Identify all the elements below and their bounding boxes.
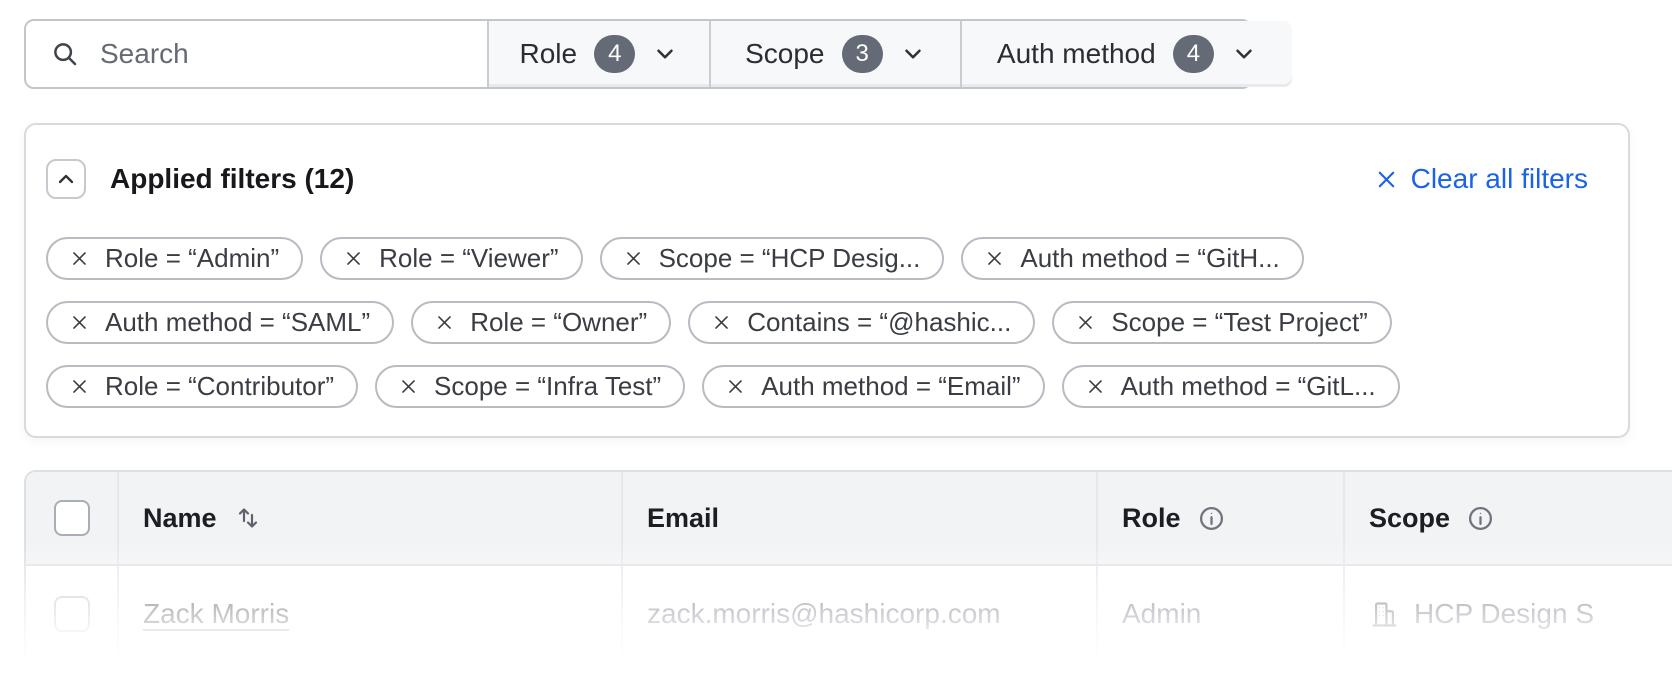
clear-all-filters-link[interactable]: Clear all filters [1375,163,1588,195]
table-header-role: Role [1098,472,1345,564]
chevron-down-icon [900,41,926,67]
role-filter-dropdown[interactable]: Role 4 [489,21,711,87]
dismiss-x-icon[interactable] [726,377,745,396]
table-header-email: Email [623,472,1098,564]
auth-method-filter-count-badge: 4 [1173,35,1214,73]
clear-x-icon [1375,168,1398,191]
search-field-container [26,21,489,87]
dismiss-x-icon[interactable] [70,313,89,332]
filter-chip-label: Scope = “HCP Desig... [659,243,921,274]
filter-chip[interactable]: Role = “Owner” [411,301,671,344]
row-name-cell: Zack Morris [119,566,623,662]
filter-chip[interactable]: Role = “Viewer” [320,237,582,280]
table-header-checkbox-cell [26,472,119,564]
row-checkbox[interactable] [54,596,90,632]
row-email-cell: zack.morris@hashicorp.com [623,566,1098,662]
role-column-label: Role [1122,503,1181,534]
filter-chip-row: Role = “Contributor” Scope = “Infra Test… [46,365,1588,408]
filter-chip[interactable]: Role = “Contributor” [46,365,358,408]
user-role: Admin [1122,598,1201,630]
filter-chip[interactable]: Auth method = “Email” [702,365,1044,408]
filter-chip[interactable]: Auth method = “GitL... [1062,365,1400,408]
auth-method-filter-label: Auth method [997,38,1156,70]
table-header-row: Name Email Role Scope [26,472,1672,566]
filter-chip-label: Role = “Contributor” [105,371,334,402]
filter-chip[interactable]: Scope = “HCP Desig... [600,237,945,280]
name-column-label: Name [143,503,217,534]
filter-chip-row: Auth method = “SAML” Role = “Owner” Cont… [46,301,1588,344]
clear-all-filters-label: Clear all filters [1411,163,1588,195]
role-filter-label: Role [520,38,578,70]
row-role-cell: Admin [1098,566,1345,662]
filter-chip[interactable]: Scope = “Infra Test” [375,365,685,408]
applied-filters-panel: Applied filters (12) Clear all filters R… [24,123,1630,438]
chevron-down-icon [652,41,678,67]
filter-chip-label: Scope = “Infra Test” [434,371,661,402]
dismiss-x-icon[interactable] [712,313,731,332]
collapse-panel-button[interactable] [46,159,86,199]
dismiss-x-icon[interactable] [70,249,89,268]
filter-chips: Role = “Admin” Role = “Viewer” Scope = “… [46,237,1588,408]
filter-chip-label: Auth method = “SAML” [105,307,370,338]
filter-chip[interactable]: Auth method = “SAML” [46,301,394,344]
filter-chip-label: Auth method = “Email” [761,371,1020,402]
table-header-scope: Scope [1345,472,1672,564]
filter-chip[interactable]: Auth method = “GitH... [961,237,1303,280]
filter-chip-label: Role = “Owner” [470,307,647,338]
user-email: zack.morris@hashicorp.com [647,598,1001,630]
dismiss-x-icon[interactable] [1076,313,1095,332]
user-scope: HCP Design S [1414,598,1594,630]
chevron-down-icon [1231,41,1257,67]
email-column-label: Email [647,503,719,534]
user-name-link[interactable]: Zack Morris [143,598,289,630]
info-icon[interactable] [1197,504,1226,533]
scope-filter-dropdown[interactable]: Scope 3 [711,21,962,87]
auth-method-filter-dropdown[interactable]: Auth method 4 [962,21,1292,87]
role-filter-count-badge: 4 [594,35,635,73]
select-all-checkbox[interactable] [54,500,90,536]
search-icon [50,39,80,69]
dismiss-x-icon[interactable] [1086,377,1105,396]
search-input[interactable] [98,37,463,71]
filter-chip-label: Role = “Admin” [105,243,279,274]
table-row: Zack Morris zack.morris@hashicorp.com Ad… [26,566,1672,662]
filter-chip-row: Role = “Admin” Role = “Viewer” Scope = “… [46,237,1588,280]
dismiss-x-icon[interactable] [435,313,454,332]
org-building-icon [1369,599,1400,630]
dismiss-x-icon[interactable] [985,249,1004,268]
filter-chip[interactable]: Contains = “@hashic... [688,301,1035,344]
table-header-name[interactable]: Name [119,472,623,564]
scope-filter-count-badge: 3 [842,35,883,73]
filter-chip[interactable]: Role = “Admin” [46,237,303,280]
users-table: Name Email Role Scope [24,470,1672,662]
chevron-up-icon [54,167,78,191]
filter-chip-label: Auth method = “GitH... [1020,243,1279,274]
info-icon[interactable] [1466,504,1495,533]
dismiss-x-icon[interactable] [344,249,363,268]
filter-chip[interactable]: Scope = “Test Project” [1052,301,1392,344]
dismiss-x-icon[interactable] [624,249,643,268]
applied-filters-title: Applied filters (12) [110,163,354,195]
row-scope-cell: HCP Design S [1345,566,1672,662]
filter-bar: Role 4 Scope 3 Auth method 4 [24,19,1252,89]
filter-chip-label: Auth method = “GitL... [1121,371,1376,402]
scope-column-label: Scope [1369,503,1450,534]
row-checkbox-cell [26,566,119,662]
scope-filter-label: Scope [745,38,824,70]
dismiss-x-icon[interactable] [70,377,89,396]
dismiss-x-icon[interactable] [399,377,418,396]
filter-chip-label: Scope = “Test Project” [1111,307,1368,338]
filter-chip-label: Contains = “@hashic... [747,307,1011,338]
applied-filters-header: Applied filters (12) Clear all filters [46,159,1588,199]
filter-chip-label: Role = “Viewer” [379,243,558,274]
sort-icon[interactable] [233,504,263,532]
